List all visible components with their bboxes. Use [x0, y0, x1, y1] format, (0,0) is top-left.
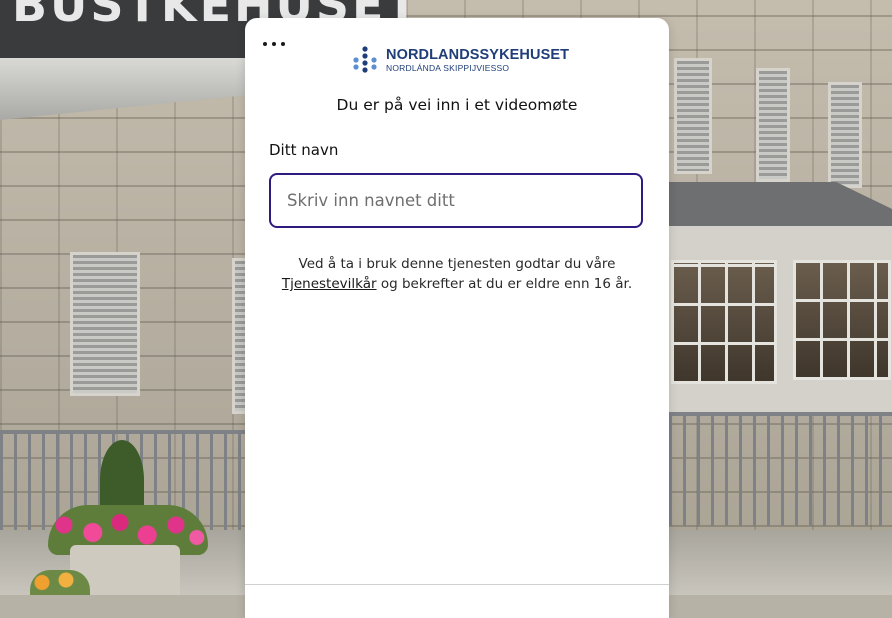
name-field-label: Ditt navn — [269, 141, 339, 159]
cross-dots-logo-icon — [353, 46, 377, 73]
hospital-logo: NORDLANDSSYKEHUSET NORDLÁNDA SKIPPIJVIES… — [350, 45, 569, 75]
building-window — [756, 68, 790, 182]
logo-subtitle: NORDLÁNDA SKIPPIJVIESSO — [386, 62, 510, 73]
terms-prefix: Ved å ta i bruk denne tjenesten godtar d… — [298, 256, 616, 272]
divider — [245, 584, 669, 585]
dot — [272, 42, 276, 46]
logo-name: NORDLANDSSYKEHUSET — [386, 47, 570, 63]
annex-window — [793, 260, 891, 380]
name-input[interactable] — [269, 173, 643, 228]
dot — [263, 42, 267, 46]
building-window — [828, 82, 862, 188]
building-window — [674, 58, 712, 174]
terms-notice: Ved å ta i bruk denne tjenesten godtar d… — [245, 254, 669, 294]
join-meeting-card: NORDLANDSSYKEHUSET NORDLÁNDA SKIPPIJVIES… — [245, 18, 669, 618]
terms-suffix: og bekrefter at du er eldre enn 16 år. — [376, 276, 633, 292]
annex-window — [671, 260, 777, 384]
annex-building — [669, 226, 892, 416]
more-options-icon[interactable] — [263, 38, 285, 50]
terms-link[interactable]: Tjenestevilkår — [282, 276, 377, 292]
flower-bed — [30, 570, 90, 595]
fence — [669, 412, 892, 526]
page-title: Du er på vei inn i et videomøte — [336, 96, 578, 114]
dot — [281, 42, 285, 46]
building-window — [70, 252, 140, 396]
